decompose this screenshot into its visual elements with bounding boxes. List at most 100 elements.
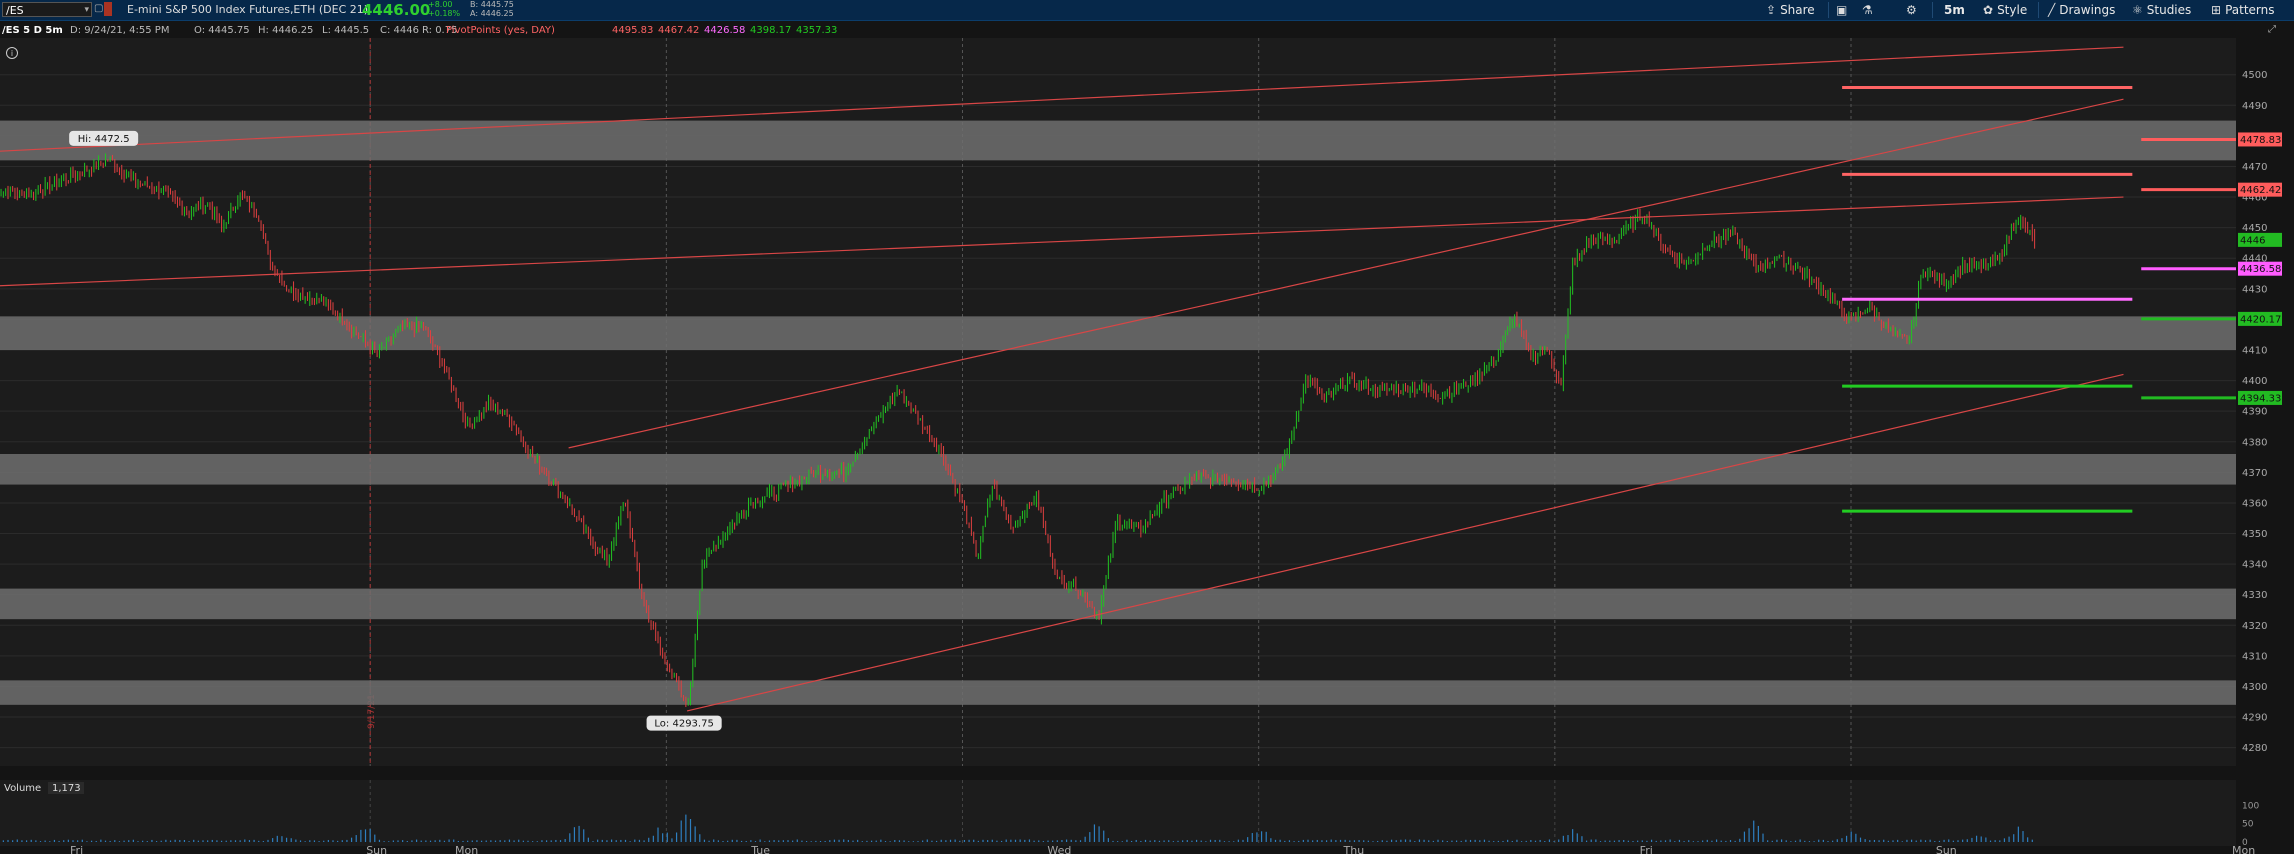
x-tick-label: Mon [455,844,478,854]
patterns-label: Patterns [2225,3,2275,17]
y-tick-label: 4470 [2242,162,2267,173]
pencil-icon: ╱ [2048,3,2056,17]
price-axis-badge-label: 4420.17 [2240,314,2281,325]
price-axis-badge-label: 4446 [2240,235,2265,246]
study-value: 4467.42 [658,25,699,36]
volume-pane-background [0,780,2236,846]
y-tick-label: 4340 [2242,560,2267,571]
interval-label: 5m [1944,3,1965,17]
bookmark-icon[interactable] [104,2,112,16]
divider [1932,2,1933,18]
drawings-label: Drawings [2059,3,2116,17]
header-close: C: 4446 [380,25,419,36]
y-tick-label: 4330 [2242,590,2267,601]
style-label: Style [1997,3,2028,17]
expand-icon[interactable]: ⤢ [2268,24,2276,35]
study-value: 4398.17 [750,25,791,36]
y-tick-label: 4320 [2242,621,2267,632]
flask-button[interactable]: ⚗ [1862,2,1877,18]
instrument-title: E-mini S&P 500 Index Futures,ETH (DEC 21… [127,3,369,16]
y-tick-label: 4400 [2242,376,2267,387]
info-icon-glyph: i [11,49,13,58]
x-tick-label: Tue [750,844,770,854]
y-tick-label: 4410 [2242,346,2267,357]
y-tick-label: 4500 [2242,70,2267,81]
x-tick-label: Thu [1343,844,1365,854]
interval-selector[interactable]: 5m [1944,2,1965,18]
style-icon: ✿ [1983,3,1994,17]
top-toolbar: /ES ▾ ▢ E-mini S&P 500 Index Futures,ETH … [0,0,2294,21]
share-icon: ⇪ [1766,3,1777,17]
y-tick-label: 4300 [2242,682,2267,693]
change-value: +8.00 [428,0,453,9]
volume-tick-label: 0 [2242,838,2248,848]
studies-icon: ⚛ [2132,3,2143,17]
sr-zone [0,588,2236,620]
x-tick-label: Sun [366,844,387,854]
symbol-selector[interactable]: /ES ▾ [2,2,92,17]
x-tick-label: Fri [1640,844,1653,854]
sr-zone [0,316,2236,350]
header-high: H: 4446.25 [258,25,313,36]
snapshot-icon: ▣ [1836,3,1848,17]
price-axis-badge-label: 4478.83 [2240,135,2281,146]
y-tick-label: 4370 [2242,468,2267,479]
x-tick-label: Wed [1047,844,1071,854]
style-button[interactable]: ✿ Style [1983,2,2027,18]
flask-icon: ⚗ [1862,3,1873,17]
sr-zone [0,120,2236,161]
y-tick-label: 4490 [2242,101,2267,112]
study-value: 4357.33 [796,25,837,36]
bid-value: B: 4445.75 [470,0,514,9]
change-percent: +0.18% [428,9,461,18]
price-axis-badge-label: 4462.42 [2240,185,2281,196]
gear-icon: ⚙ [1906,3,1917,17]
last-price: 4446.00 [362,1,431,19]
drawings-button[interactable]: ╱ Drawings [2048,2,2115,18]
y-tick-label: 4290 [2242,713,2267,724]
studies-button[interactable]: ⚛ Studies [2132,2,2191,18]
y-tick-label: 4450 [2242,223,2267,234]
y-tick-label: 4430 [2242,284,2267,295]
y-tick-label: 4280 [2242,743,2267,754]
chevron-down-icon: ▾ [84,5,89,15]
share-label: Share [1780,3,1815,17]
ask-value: A: 4446.25 [470,9,514,18]
studies-label: Studies [2146,3,2192,17]
y-tick-label: 4380 [2242,437,2267,448]
net-change: +8.00 +0.18% [428,0,460,18]
volume-label: Volume [4,783,41,794]
x-tick-label: Sun [1936,844,1957,854]
extreme-label: Lo: 4293.75 [654,719,713,730]
header-date: D: 9/24/21, 4:55 PM [70,25,169,36]
settings-button[interactable]: ⚙ [1906,2,1921,18]
sr-zone [0,454,2236,485]
study-value: 4426.58 [704,25,745,36]
symbol-text: /ES [6,4,24,17]
y-tick-label: 4390 [2242,407,2267,418]
header-symbol: /ES 5 D 5m [2,25,63,36]
extreme-label: Hi: 4472.5 [78,134,130,145]
patterns-icon: ⊞ [2211,3,2222,17]
study-name[interactable]: PivotPoints (yes, DAY) [446,25,555,36]
snapshot-button[interactable]: ▣ [1836,2,1851,18]
link-icon[interactable]: ▢ [94,3,103,14]
x-tick-label: Fri [70,844,83,854]
header-low: L: 4445.5 [322,25,369,36]
share-button[interactable]: ⇪ Share [1766,2,1815,18]
volume-value: 1,173 [52,783,81,794]
volume-tick-label: 100 [2242,801,2259,811]
study-value: 4495.83 [612,25,653,36]
y-tick-label: 4350 [2242,529,2267,540]
divider [2038,2,2039,18]
study-values: 4495.83 4467.42 4426.58 4398.17 4357.33 [612,25,837,36]
y-tick-label: 4360 [2242,498,2267,509]
sr-zone [0,680,2236,705]
chart-area[interactable]: 9/17/21 42804290430043104320433043404350… [0,24,2294,854]
price-axis-badge-label: 4436.58 [2240,264,2281,275]
header-open: O: 4445.75 [194,25,250,36]
divider [1828,2,1829,18]
y-tick-label: 4310 [2242,651,2267,662]
bid-ask: B: 4445.75 A: 4446.25 [470,0,514,18]
patterns-button[interactable]: ⊞ Patterns [2211,2,2275,18]
